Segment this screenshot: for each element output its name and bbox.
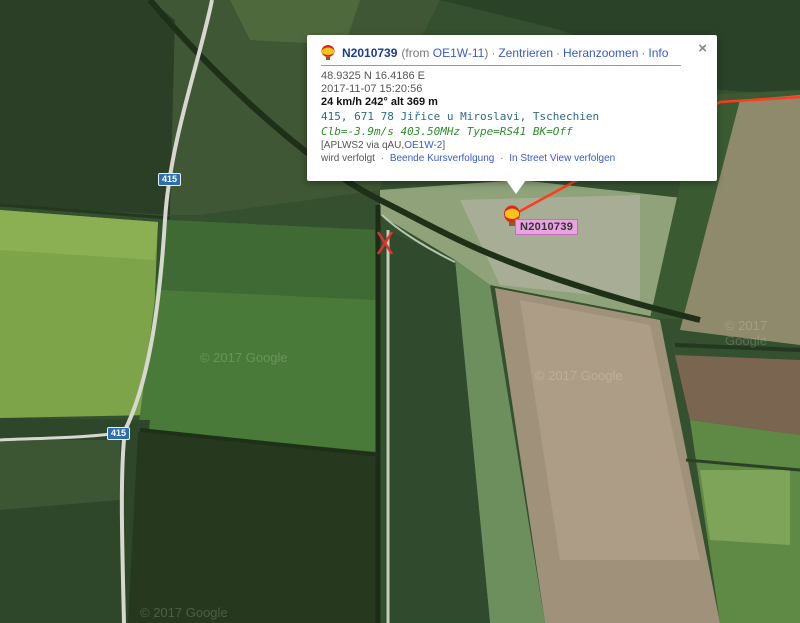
header-divider <box>321 65 681 66</box>
address: 415, 671 78 Jiřice u Miroslavi, Tschechi… <box>321 110 600 123</box>
balloon-icon <box>321 45 335 60</box>
road-number-label: 415 <box>158 173 182 186</box>
speed-course-altitude: 24 km/h 242° alt 369 m <box>321 96 438 108</box>
field <box>160 220 376 300</box>
path-prefix: [APLWS2 via qAU, <box>321 140 405 151</box>
street-view-link[interactable]: In Street View verfolgen <box>509 153 615 164</box>
road-number-label: 415 <box>107 427 131 440</box>
center-link[interactable]: Zentrieren <box>498 46 553 60</box>
callsign[interactable]: N2010739 <box>342 46 397 60</box>
packet-path: [APLWS2 via qAU,OE1W-2] <box>321 139 705 152</box>
separator: · <box>500 153 504 164</box>
separator: · <box>491 46 496 60</box>
separator: · <box>641 46 646 60</box>
field <box>0 0 175 215</box>
map-watermark: © 2017 Google <box>140 605 228 620</box>
map-watermark: © 2017 Google <box>200 350 288 365</box>
stop-tracking-link[interactable]: Beende Kursverfolgung <box>390 153 495 164</box>
separator: · <box>380 153 385 164</box>
field <box>700 470 790 545</box>
close-icon[interactable]: × <box>698 40 707 57</box>
balloon-marker-label[interactable]: N2010739 <box>515 219 579 235</box>
info-link[interactable]: Info <box>648 46 668 60</box>
separator: · <box>556 46 561 60</box>
info-header: N2010739 (from OE1W-11) · Zentrieren · H… <box>321 43 705 63</box>
igate-link[interactable]: OE1W-2 <box>404 140 442 151</box>
from-suffix: ) <box>484 46 489 60</box>
popup-pointer <box>506 180 526 194</box>
packet-comment: Clb=-3.9m/s 403.50MHz Type=RS41 BK=Off <box>321 125 573 138</box>
zoom-in-link[interactable]: Heranzoomen <box>563 46 638 60</box>
map-watermark: © 2017 Google <box>535 368 623 383</box>
source-station: (from OE1W-11) <box>401 46 488 60</box>
field <box>0 440 120 510</box>
info-window: × N2010739 (from OE1W-11) · Zentrieren ·… <box>307 35 717 194</box>
path-suffix: ] <box>442 140 446 151</box>
source-station-link[interactable]: OE1W-11 <box>433 46 485 60</box>
from-prefix: (from <box>401 46 433 60</box>
field <box>128 432 380 623</box>
tracking-status: wird verfolgt · Beende Kursverfolgung · … <box>321 152 705 165</box>
timestamp: 2017-11-07 15:20:56 <box>321 83 423 95</box>
map-watermark: © 2017 Google <box>725 318 768 348</box>
tracked-text: wird verfolgt <box>321 153 375 164</box>
coordinates: 48.9325 N 16.4186 E <box>321 70 425 82</box>
